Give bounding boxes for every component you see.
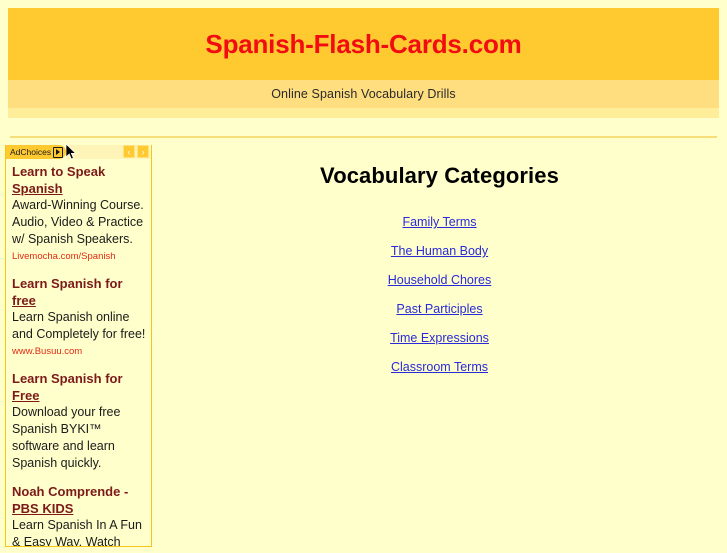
- adchoices-bar: AdChoices ‹ ›: [6, 145, 151, 159]
- header-divider: [10, 136, 717, 138]
- ad-title[interactable]: Learn to Speak Spanish: [12, 163, 146, 197]
- ad-item[interactable]: Learn Spanish for free Learn Spanish onl…: [12, 275, 146, 359]
- tagline-band: Online Spanish Vocabulary Drills: [8, 80, 719, 108]
- ad-prev-arrow-icon[interactable]: ‹: [123, 145, 135, 158]
- ad-title[interactable]: Learn Spanish for Free: [12, 370, 146, 404]
- ad-title[interactable]: Learn Spanish for free: [12, 275, 146, 309]
- category-link-household-chores[interactable]: Household Chores: [152, 273, 727, 287]
- adchoices-triangle-icon: [53, 146, 64, 158]
- ad-title-link[interactable]: PBS KIDS: [12, 501, 73, 516]
- page-title: Vocabulary Categories: [320, 163, 559, 188]
- ad-display-url[interactable]: www.Busuu.com: [12, 344, 146, 359]
- ad-item[interactable]: Learn to Speak Spanish Award-Winning Cou…: [12, 163, 146, 264]
- adchoices-label: AdChoices: [10, 147, 52, 157]
- ad-display-url[interactable]: Livemocha.com/Spanish: [12, 249, 146, 264]
- ad-description: Learn Spanish online and Completely for …: [12, 310, 146, 341]
- category-link-time-expressions[interactable]: Time Expressions: [152, 331, 727, 345]
- title-band: Spanish-Flash-Cards.com: [8, 8, 719, 80]
- header-accent-band: [8, 108, 719, 118]
- main-content: Vocabulary Categories Family Terms The H…: [152, 145, 727, 389]
- ad-item[interactable]: Learn Spanish for Free Download your fre…: [12, 370, 146, 472]
- ad-title-line1: Learn to Speak: [12, 164, 106, 179]
- ad-item[interactable]: Noah Comprende - PBS KIDS Learn Spanish …: [12, 483, 146, 547]
- content-row: AdChoices ‹ › Learn to Speak Spanish Awa…: [0, 145, 727, 547]
- category-link-classroom-terms[interactable]: Classroom Terms: [152, 360, 727, 374]
- ad-description: Learn Spanish In A Fun & Easy Way. Watch…: [12, 518, 142, 547]
- ad-title-line1: Learn Spanish for: [12, 371, 123, 386]
- ad-description: Download your free Spanish BYKI™ softwar…: [12, 405, 121, 470]
- ad-title-link[interactable]: Spanish: [12, 181, 63, 196]
- category-link-list: Family Terms The Human Body Household Ch…: [152, 215, 727, 374]
- category-link-past-participles[interactable]: Past Participles: [152, 302, 727, 316]
- ad-title-line1: Noah Comprende -: [12, 484, 129, 499]
- site-header: Spanish-Flash-Cards.com Online Spanish V…: [0, 8, 727, 118]
- ad-title-link[interactable]: free: [12, 293, 36, 308]
- site-tagline: Online Spanish Vocabulary Drills: [271, 87, 456, 101]
- ad-title-line1: Learn Spanish for: [12, 276, 123, 291]
- category-link-family-terms[interactable]: Family Terms: [152, 215, 727, 229]
- site-title: Spanish-Flash-Cards.com: [205, 28, 522, 59]
- ads-list: Learn to Speak Spanish Award-Winning Cou…: [6, 159, 151, 547]
- category-link-the-human-body[interactable]: The Human Body: [152, 244, 727, 258]
- ad-description: Award-Winning Course. Audio, Video & Pra…: [12, 198, 144, 246]
- ad-next-arrow-icon[interactable]: ›: [137, 145, 149, 158]
- ad-title-link[interactable]: Free: [12, 388, 39, 403]
- ad-nav-controls: ‹ ›: [123, 145, 149, 158]
- ad-sidebar: AdChoices ‹ › Learn to Speak Spanish Awa…: [5, 145, 152, 547]
- adchoices-button[interactable]: AdChoices: [6, 145, 67, 159]
- ad-title[interactable]: Noah Comprende - PBS KIDS: [12, 483, 146, 517]
